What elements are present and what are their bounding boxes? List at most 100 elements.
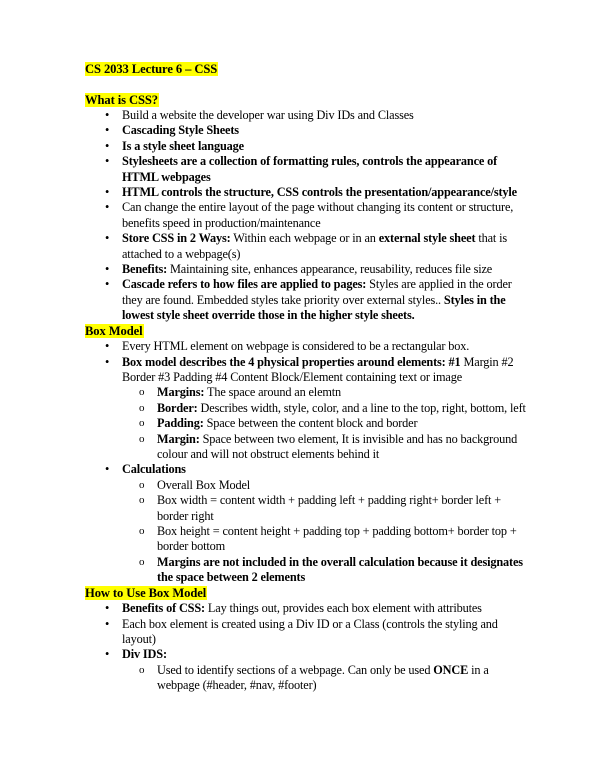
list-item: • Benefits of CSS: Lay things out, provid… xyxy=(85,601,530,616)
sub-list-item-text: Padding: Space between the content block… xyxy=(157,416,418,431)
s1-b2-c2-run-0: Box height = content height + padding to… xyxy=(157,524,517,554)
sub-list-item-text: Box width = content width + padding left… xyxy=(157,493,501,522)
document-body: CS 2033 Lecture 6 – CSS What is CSS? • Bui… xyxy=(85,62,530,694)
s1-b1-c1-run-1: Describes width, style, color, and a lin… xyxy=(197,400,526,415)
bullet-list-level2: o Overall Box Model o Box width = content w… xyxy=(122,478,530,586)
s0-b6-run-0: Store CSS in 2 Ways: xyxy=(122,231,231,246)
list-item: • Can change the entire layout of the pag… xyxy=(85,200,530,231)
list-item-text: Build a website the developer war using … xyxy=(122,108,414,122)
bullet-circle-icon: o xyxy=(139,663,145,676)
s1-b0-run-0: Every HTML element on webpage is conside… xyxy=(122,339,470,354)
list-item-text: Benefits: Maintaining site, enhances app… xyxy=(122,262,492,276)
s1-b1-c1-run-0: Border: xyxy=(157,400,198,415)
bullet-disc-icon: • xyxy=(105,601,110,616)
s1-b1-c0-run-1: The space around an elemtn xyxy=(204,385,342,400)
bullet-disc-icon: • xyxy=(105,138,110,153)
bullet-circle-icon: o xyxy=(139,555,145,568)
bullet-disc-icon: • xyxy=(105,647,110,662)
list-item-text: Is a style sheet language xyxy=(122,139,244,153)
s1-b1-c2-run-0: Padding: xyxy=(157,416,204,431)
page-title: CS 2033 Lecture 6 – CSS xyxy=(85,62,530,78)
list-item: • Cascading Style Sheets xyxy=(85,123,530,138)
list-item-text: Div IDS: xyxy=(122,647,167,661)
list-item: • Store CSS in 2 Ways: Within each webpag… xyxy=(85,231,530,262)
list-item-text: Stylesheets are a collection of formatti… xyxy=(122,154,497,183)
bullet-list-level1: • Every HTML element on webpage is consid… xyxy=(85,339,530,586)
bullet-disc-icon: • xyxy=(105,231,110,246)
s0-b7-run-0: Benefits: xyxy=(122,262,168,277)
sub-list-item: o Border: Describes width, style, color, … xyxy=(122,401,530,416)
bullet-disc-icon: • xyxy=(105,123,110,138)
bullet-list-level2: o Used to identify sections of a webpage.… xyxy=(122,663,530,694)
list-item: • Build a website the developer war using… xyxy=(85,108,530,123)
bullet-disc-icon: • xyxy=(105,354,110,369)
list-item-text: Each box element is created using a Div … xyxy=(122,617,498,646)
document-page: CS 2033 Lecture 6 – CSS What is CSS? • Bui… xyxy=(0,0,595,770)
list-item-text: Cascading Style Sheets xyxy=(122,123,239,137)
s1-b1-run-0: Box model describes the 4 physical prope… xyxy=(122,354,461,369)
sub-list-item: o Margins: The space around an elemtn xyxy=(122,385,530,400)
list-item-text: Box model describes the 4 physical prope… xyxy=(122,354,514,384)
page-title-highlight: CS 2033 Lecture 6 – CSS xyxy=(85,62,219,76)
s2-b2-run-0: Div IDS: xyxy=(122,647,167,662)
list-item-text: Store CSS in 2 Ways: Within each webpage… xyxy=(122,231,507,260)
s1-b2-c1-run-0: Box width = content width + padding left… xyxy=(157,493,502,523)
sub-list-item-text: Margins are not included in the overall … xyxy=(157,555,523,584)
s0-b7-run-1: Maintaining site, enhances appearance, r… xyxy=(167,262,493,277)
list-item-text: Every HTML element on webpage is conside… xyxy=(122,339,469,353)
sub-list-item: o Box width = content width + padding lef… xyxy=(122,493,530,524)
s1-b2-c3-run-0: Margins are not included in the overall … xyxy=(157,554,523,585)
bullet-disc-icon: • xyxy=(105,462,110,477)
bullet-circle-icon: o xyxy=(139,386,145,399)
list-item: • Calculations o Overall Box Model o Box widt… xyxy=(85,462,530,585)
s0-b3-run-0: Stylesheets are a collection of formatti… xyxy=(122,154,498,184)
s0-b5-run-0: Can change the entire layout of the page… xyxy=(122,200,514,230)
bullet-circle-icon: o xyxy=(139,432,145,445)
s2-b0-run-1: Lay things out, provides each box elemen… xyxy=(205,601,482,616)
section-heading-0: What is CSS? xyxy=(85,92,530,109)
sub-list-item: o Used to identify sections of a webpage.… xyxy=(122,663,530,694)
s2-b2-c0-run-0: Used to identify sections of a webpage. … xyxy=(157,662,434,677)
list-item: • Div IDS: o Used to identify sections of a… xyxy=(85,647,530,693)
sub-list-item-text: Margin: Space between two element, It is… xyxy=(157,432,517,461)
list-item-text: Cascade refers to how files are applied … xyxy=(122,277,512,322)
section-heading-highlight: What is CSS? xyxy=(85,92,159,107)
bullet-disc-icon: • xyxy=(105,154,110,169)
sub-list-item-text: Box height = content height + padding to… xyxy=(157,524,517,553)
list-item: • Stylesheets are a collection of formatt… xyxy=(85,154,530,185)
bullet-circle-icon: o xyxy=(139,417,145,430)
list-item: • Every HTML element on webpage is consid… xyxy=(85,339,530,354)
list-item: • Each box element is created using a Div… xyxy=(85,617,530,648)
list-item: • Benefits: Maintaining site, enhances ap… xyxy=(85,262,530,277)
list-item: • Box model describes the 4 physical prop… xyxy=(85,355,530,463)
s0-b6-run-2: external style sheet xyxy=(378,231,476,246)
sub-list-item: o Margins are not included in the overall… xyxy=(122,555,530,586)
list-item: • HTML controls the structure, CSS contro… xyxy=(85,185,530,200)
sub-list-item: o Margin: Space between two element, It i… xyxy=(122,432,530,463)
section-heading-highlight: How to Use Box Model xyxy=(85,585,208,600)
section-heading-2: How to Use Box Model xyxy=(85,585,530,602)
section-heading-1: Box Model xyxy=(85,323,530,340)
sub-list-item: o Overall Box Model xyxy=(122,478,530,493)
bullet-disc-icon: • xyxy=(105,185,110,200)
s1-b1-c0-run-0: Margins: xyxy=(157,385,205,400)
bullet-disc-icon: • xyxy=(105,108,110,122)
s0-b8-run-0: Cascade refers to how files are applied … xyxy=(122,277,367,292)
s1-b2-c0-run-0: Overall Box Model xyxy=(157,477,251,492)
bullet-disc-icon: • xyxy=(105,339,110,354)
bullet-circle-icon: o xyxy=(139,494,145,507)
list-item-text: Calculations xyxy=(122,462,186,476)
bullet-circle-icon: o xyxy=(139,525,145,538)
bullet-disc-icon: • xyxy=(105,200,110,215)
list-item: • Cascade refers to how files are applied… xyxy=(85,277,530,323)
list-item: • Is a style sheet language xyxy=(85,139,530,154)
bullet-list-level2: o Margins: The space around an elemtn o Bor… xyxy=(122,385,530,462)
s2-b0-run-0: Benefits of CSS: xyxy=(122,601,205,616)
bullet-circle-icon: o xyxy=(139,401,145,414)
document-sections: What is CSS? • Build a website the develop… xyxy=(85,92,530,694)
s0-b4-run-0: HTML controls the structure, CSS control… xyxy=(122,185,517,200)
list-item-text: Benefits of CSS: Lay things out, provide… xyxy=(122,601,482,615)
section-heading-highlight: Box Model xyxy=(85,323,144,338)
s2-b2-c0-run-1: ONCE xyxy=(433,662,469,677)
bullet-circle-icon: o xyxy=(139,478,145,491)
